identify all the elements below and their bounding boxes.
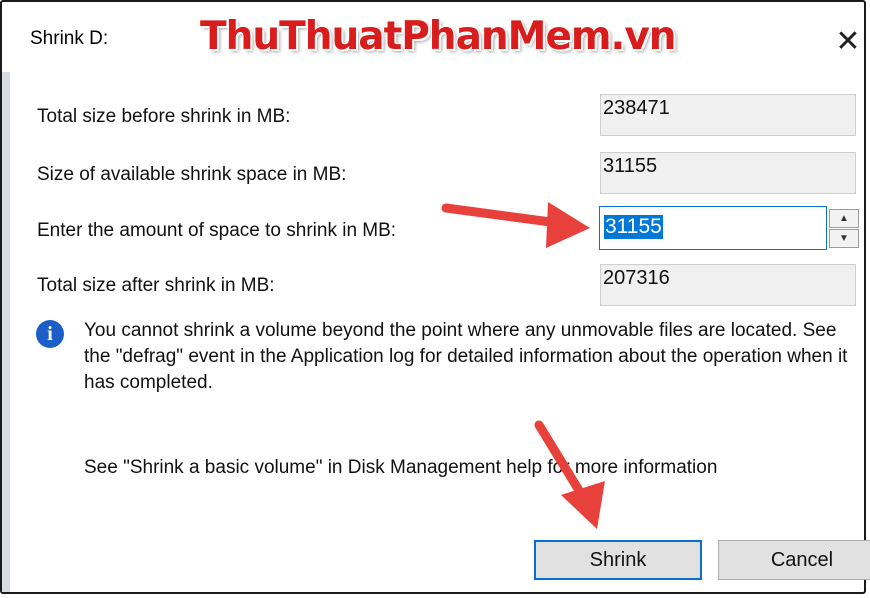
annotation-arrow-to-input <box>441 202 590 248</box>
total-after-label: Total size after shrink in MB: <box>37 275 275 296</box>
total-after-value: 207316 <box>600 264 856 306</box>
shrink-amount-spinner[interactable]: ▲ ▼ <box>829 208 859 249</box>
dialog-window: Shrink D: ThuThuatPhanMem.vn ✕ Total siz… <box>0 0 870 594</box>
window-title: Shrink D: <box>30 28 109 49</box>
info-message: You cannot shrink a volume beyond the po… <box>84 320 848 393</box>
shrink-button[interactable]: Shrink <box>534 540 702 580</box>
shrink-amount-input[interactable]: 31155 <box>599 206 827 250</box>
annotation-arrow-to-shrink <box>534 420 605 529</box>
spin-up-icon[interactable]: ▲ <box>829 209 859 228</box>
available-space-value: 31155 <box>600 152 856 194</box>
spin-down-icon[interactable]: ▼ <box>829 229 859 248</box>
shrink-amount-selected-text: 31155 <box>604 215 663 239</box>
window-border-strip <box>2 72 10 592</box>
title-bar: Shrink D: ThuThuatPhanMem.vn ✕ <box>2 2 868 72</box>
cancel-button[interactable]: Cancel <box>718 540 870 580</box>
close-icon[interactable]: ✕ <box>828 22 868 62</box>
total-before-value: 238471 <box>600 94 856 136</box>
info-icon: i <box>36 320 64 348</box>
watermark-logo: ThuThuatPhanMem.vn <box>200 14 677 59</box>
available-space-label: Size of available shrink space in MB: <box>37 164 347 185</box>
help-text: See "Shrink a basic volume" in Disk Mana… <box>84 457 718 478</box>
shrink-amount-label: Enter the amount of space to shrink in M… <box>37 220 397 241</box>
total-before-label: Total size before shrink in MB: <box>37 106 291 127</box>
